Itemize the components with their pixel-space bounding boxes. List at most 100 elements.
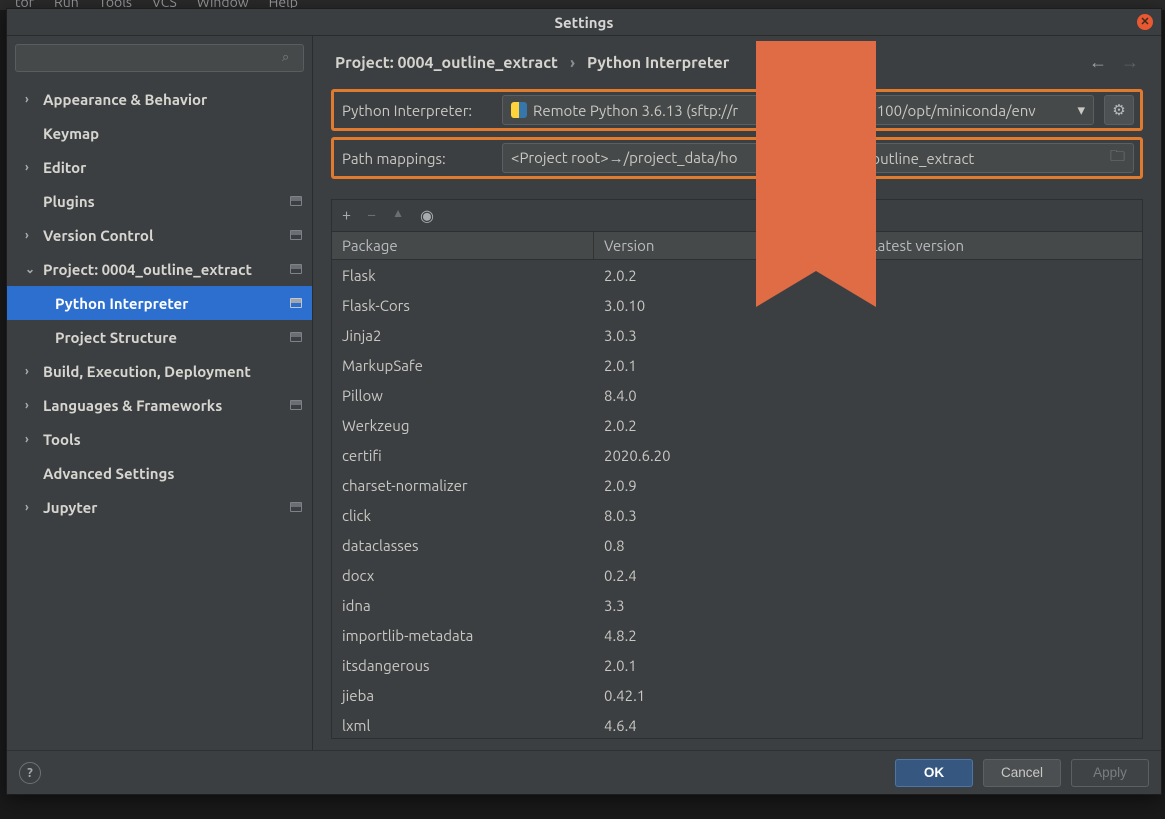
sidebar-item-label: Languages & Frameworks xyxy=(43,397,222,414)
package-name: Werkzeug xyxy=(332,417,594,434)
search-input[interactable] xyxy=(15,44,304,72)
interpreter-row: Python Interpreter: Remote Python 3.6.13… xyxy=(331,89,1143,131)
package-row[interactable]: dataclasses0.8 xyxy=(332,530,1142,560)
package-version: 2.0.1 xyxy=(594,357,860,374)
sidebar-item[interactable]: Advanced Settings xyxy=(7,456,312,490)
package-name: certifi xyxy=(332,447,594,464)
interpreter-label: Python Interpreter: xyxy=(342,102,492,119)
package-version: 3.0.3 xyxy=(594,327,860,344)
col-package[interactable]: Package xyxy=(332,232,594,259)
ok-button[interactable]: OK xyxy=(895,759,973,787)
chevron-down-icon: ▾ xyxy=(1077,101,1085,119)
sidebar-item[interactable]: ⌄Project: 0004_outline_extract xyxy=(7,252,312,286)
package-version: 4.6.4 xyxy=(594,717,860,734)
path-mappings-row: Path mappings: <Project root>→/project_d… xyxy=(331,137,1143,179)
package-row[interactable]: click8.0.3 xyxy=(332,500,1142,530)
sidebar-item[interactable]: Project Structure xyxy=(7,320,312,354)
sidebar-item[interactable]: ›Jupyter xyxy=(7,490,312,524)
package-version: 0.8 xyxy=(594,537,860,554)
sidebar-item[interactable]: › Languages & Frameworks xyxy=(7,388,312,422)
package-name: itsdangerous xyxy=(332,657,594,674)
package-version: 4.8.2 xyxy=(594,627,860,644)
package-row[interactable]: Werkzeug2.0.2 xyxy=(332,410,1142,440)
package-row[interactable]: lxml4.6.4 xyxy=(332,710,1142,738)
package-name: Flask-Cors xyxy=(332,297,594,314)
close-icon[interactable]: ✕ xyxy=(1137,14,1153,30)
col-latest[interactable]: Latest version xyxy=(860,232,1142,259)
package-row[interactable]: itsdangerous2.0.1 xyxy=(332,650,1142,680)
package-name: jieba xyxy=(332,687,594,704)
sidebar-item[interactable]: Python Interpreter xyxy=(7,286,312,320)
package-row[interactable]: jieba0.42.1 xyxy=(332,680,1142,710)
chevron-icon: ⌄ xyxy=(25,262,35,276)
packages-body[interactable]: Flask2.0.2Flask-Cors3.0.10Jinja23.0.3Mar… xyxy=(332,260,1142,738)
package-row[interactable]: idna3.3 xyxy=(332,590,1142,620)
sidebar-item[interactable]: Plugins xyxy=(7,184,312,218)
sidebar-item[interactable]: › Build, Execution, Deployment xyxy=(7,354,312,388)
scope-icon xyxy=(290,230,302,240)
sidebar-item[interactable]: ›Appearance & Behavior xyxy=(7,82,312,116)
settings-dialog: Settings ✕ ⌕ ›Appearance & BehaviorKeyma… xyxy=(6,8,1162,795)
sidebar-item-label: Build, Execution, Deployment xyxy=(43,363,251,380)
chevron-icon: › xyxy=(25,399,35,412)
sidebar-item[interactable]: › Editor xyxy=(7,150,312,184)
show-early-releases-button[interactable]: ◉ xyxy=(420,206,434,225)
chevron-icon: › xyxy=(25,229,35,242)
package-row[interactable]: Flask-Cors3.0.10 xyxy=(332,290,1142,320)
path-mappings-label: Path mappings: xyxy=(342,150,492,167)
package-name: Flask xyxy=(332,267,594,284)
package-row[interactable]: Jinja23.0.3 xyxy=(332,320,1142,350)
breadcrumb: Project: 0004_outline_extract › Python I… xyxy=(313,36,1161,79)
settings-tree: ›Appearance & BehaviorKeymap › Editor Plugi… xyxy=(7,82,312,750)
window-title: Settings xyxy=(555,14,614,31)
sidebar-item-label: Plugins xyxy=(43,193,95,210)
package-row[interactable]: Flask2.0.2 xyxy=(332,260,1142,290)
package-name: Jinja2 xyxy=(332,327,594,344)
package-row[interactable]: Pillow8.4.0 xyxy=(332,380,1142,410)
package-version: 2.0.2 xyxy=(594,417,860,434)
sidebar-item[interactable]: › Version Control xyxy=(7,218,312,252)
sidebar-item[interactable]: Keymap xyxy=(7,116,312,150)
remove-package-button[interactable]: − xyxy=(367,206,376,225)
breadcrumb-page: Python Interpreter xyxy=(587,54,729,72)
sidebar-item-label: Tools xyxy=(43,431,81,448)
package-version: 0.42.1 xyxy=(594,687,860,704)
package-row[interactable]: importlib-metadata4.8.2 xyxy=(332,620,1142,650)
package-row[interactable]: charset-normalizer2.0.9 xyxy=(332,470,1142,500)
package-row[interactable]: MarkupSafe2.0.1 xyxy=(332,350,1142,380)
package-version: 2.0.1 xyxy=(594,657,860,674)
python-icon xyxy=(511,102,527,118)
chevron-icon: › xyxy=(25,365,35,378)
breadcrumb-sep: › xyxy=(570,54,575,72)
chevron-icon: › xyxy=(25,161,35,174)
package-name: charset-normalizer xyxy=(332,477,594,494)
settings-sidebar: ⌕ ›Appearance & BehaviorKeymap › Editor Plu… xyxy=(7,36,313,750)
settings-main: Project: 0004_outline_extract › Python I… xyxy=(313,36,1161,750)
sidebar-item[interactable]: ›Tools xyxy=(7,422,312,456)
sidebar-item-label: Python Interpreter xyxy=(55,295,188,312)
apply-button[interactable]: Apply xyxy=(1071,759,1149,787)
package-name: docx xyxy=(332,567,594,584)
cancel-button[interactable]: Cancel xyxy=(983,759,1061,787)
package-row[interactable]: certifi2020.6.20 xyxy=(332,440,1142,470)
packages-header: Package Version Latest version xyxy=(332,231,1142,260)
help-button[interactable]: ? xyxy=(19,762,41,784)
upgrade-package-button[interactable]: ▲ xyxy=(392,206,404,225)
package-version: 8.0.3 xyxy=(594,507,860,524)
add-package-button[interactable]: + xyxy=(342,206,351,225)
nav-back-icon[interactable]: ← xyxy=(1089,52,1107,73)
package-row[interactable]: docx0.2.4 xyxy=(332,560,1142,590)
package-name: importlib-metadata xyxy=(332,627,594,644)
interpreter-settings-button[interactable]: ⚙ xyxy=(1104,95,1134,125)
scope-icon xyxy=(290,196,302,206)
search-icon: ⌕ xyxy=(282,50,289,65)
package-version: 0.2.4 xyxy=(594,567,860,584)
breadcrumb-project[interactable]: Project: 0004_outline_extract xyxy=(335,54,558,72)
chevron-icon: › xyxy=(25,93,35,106)
nav-forward-icon[interactable]: → xyxy=(1121,52,1139,73)
package-name: MarkupSafe xyxy=(332,357,594,374)
sidebar-item-label: Version Control xyxy=(43,227,154,244)
folder-icon[interactable]: 🗀 xyxy=(1110,146,1125,171)
titlebar: Settings ✕ xyxy=(7,9,1161,35)
sidebar-item-label: Editor xyxy=(43,159,86,176)
